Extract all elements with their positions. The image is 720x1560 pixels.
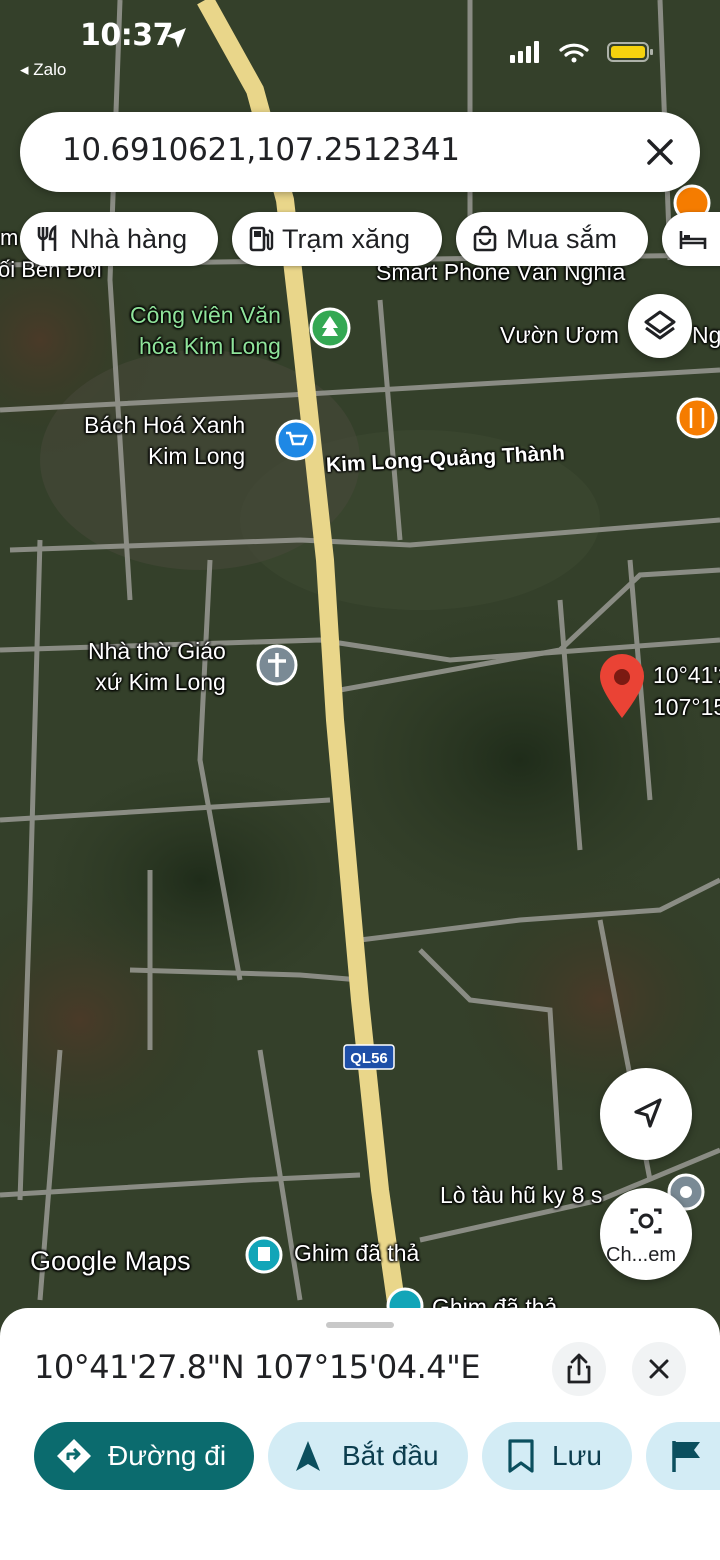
fuel-pump-icon: [249, 226, 274, 252]
place-bottom-sheet[interactable]: 10°41'27.8"N 107°15'04.4"E Đường đi Bắt …: [0, 1308, 720, 1560]
layers-icon: [644, 310, 676, 340]
google-maps-logo: Google Maps: [30, 1246, 191, 1276]
back-app-label: Zalo: [33, 60, 67, 79]
share-icon: [567, 1353, 591, 1384]
chip-label: Mua sắm: [506, 223, 618, 254]
chip-restaurants[interactable]: Nhà hàng: [20, 212, 218, 266]
map-label-church[interactable]: Nhà thờ Giáo xứ Kim Long: [88, 636, 226, 698]
navigation-start-icon: [296, 1441, 320, 1471]
chip-shopping[interactable]: Mua sắm: [456, 212, 648, 266]
highway-shield-label: QL56: [350, 1050, 388, 1067]
bed-icon: [679, 231, 707, 249]
wifi-icon: [559, 43, 589, 63]
status-time: 10:37: [80, 18, 174, 53]
my-location-button[interactable]: [600, 1068, 692, 1160]
chip-gas-stations[interactable]: Trạm xăng: [232, 212, 442, 266]
chip-label: Nhà hàng: [70, 223, 188, 254]
close-sheet-button[interactable]: [632, 1342, 686, 1396]
search-bar[interactable]: 10.6910621,107.2512341: [20, 112, 700, 192]
shopping-bag-icon: [473, 225, 497, 252]
bookmark-icon: [508, 1439, 534, 1473]
map-label-dropped-pin[interactable]: Ghim đã thả: [294, 1238, 419, 1269]
navigation-arrow-icon: [634, 1098, 662, 1128]
share-button[interactable]: [552, 1342, 606, 1396]
label-button[interactable]: [646, 1422, 720, 1490]
directions-button[interactable]: Đường đi: [34, 1422, 254, 1490]
status-bar: 10:37 ◂ Zalo: [0, 0, 720, 90]
save-button[interactable]: Lưu: [482, 1422, 632, 1490]
back-to-app[interactable]: ◂ Zalo: [20, 60, 66, 80]
close-icon[interactable]: [642, 134, 678, 170]
camera-search-button[interactable]: Ch...em: [600, 1188, 692, 1280]
camera-button-label: Ch...em: [606, 1244, 677, 1266]
map-label-edge: m: [0, 225, 19, 250]
map-label-park[interactable]: Công viên Văn hóa Kim Long: [130, 300, 281, 362]
start-label: Bắt đầu: [342, 1440, 439, 1471]
map-label-vuon-uom-tail: Ng: [692, 322, 720, 348]
map-label-bach-hoa-xanh[interactable]: Bách Hoá Xanh Kim Long: [84, 410, 245, 472]
flag-icon: [672, 1441, 700, 1472]
search-query[interactable]: 10.6910621,107.2512341: [62, 132, 460, 168]
drag-handle[interactable]: [326, 1322, 394, 1328]
pin-label-lat: 10°41'2: [653, 662, 720, 688]
start-button[interactable]: Bắt đầu: [268, 1422, 468, 1490]
chip-label: Trạm xăng: [282, 223, 411, 254]
status-icons: [510, 41, 653, 63]
fork-knife-icon: [37, 225, 57, 251]
location-arrow-icon: [166, 28, 186, 48]
pin-label-lng: 107°15: [653, 694, 720, 720]
map-label-vuon-uom[interactable]: Vườn Ươm: [500, 320, 619, 351]
layers-button[interactable]: [628, 294, 692, 358]
save-label: Lưu: [552, 1440, 602, 1471]
battery-icon: [607, 42, 653, 62]
close-icon: [649, 1359, 669, 1379]
back-triangle-icon: ◂: [20, 60, 34, 79]
directions-label: Đường đi: [108, 1440, 227, 1471]
cellular-signal-icon: [510, 41, 539, 63]
coordinates-title: 10°41'27.8"N 107°15'04.4"E: [34, 1348, 481, 1386]
camera-icon: [630, 1208, 662, 1234]
directions-icon: [57, 1439, 91, 1473]
chip-hotels[interactable]: [662, 212, 720, 266]
map-label-lo-tau-hu[interactable]: Lò tàu hũ ky 8 s: [440, 1180, 602, 1211]
